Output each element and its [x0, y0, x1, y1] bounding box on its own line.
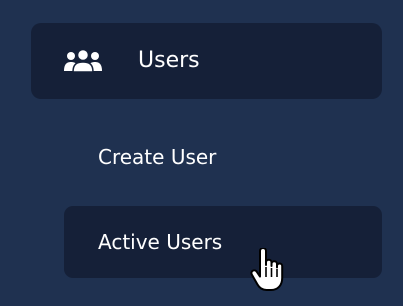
sidebar-subitem-active-users[interactable]: Active Users [64, 206, 382, 278]
sidebar-nav: Users Create User Active Users [0, 0, 403, 306]
users-group-icon [63, 49, 103, 73]
sidebar-subitem-create-user[interactable]: Create User [64, 140, 382, 174]
sidebar-subitem-create-user-label: Create User [98, 145, 217, 169]
sidebar-subitem-active-users-label: Active Users [98, 230, 223, 254]
sidebar-item-users-label: Users [138, 48, 200, 73]
sidebar-item-users[interactable]: Users [31, 23, 382, 99]
